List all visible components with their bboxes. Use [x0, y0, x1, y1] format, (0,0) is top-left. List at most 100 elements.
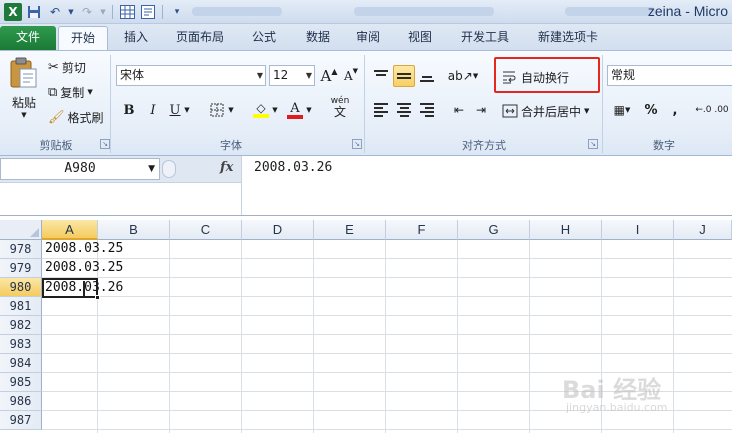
column-header-c[interactable]: C [170, 220, 242, 240]
font-color-button[interactable]: A [284, 99, 306, 121]
align-center-button[interactable] [393, 99, 415, 121]
tab-new-tab[interactable]: 新建选项卡 [528, 26, 608, 50]
tab-insert[interactable]: 插入 [112, 26, 160, 50]
italic-button[interactable]: I [142, 99, 164, 121]
align-top-button[interactable] [370, 65, 392, 87]
format-painter-button[interactable]: 🖌 格式刷 [48, 107, 104, 127]
row-header[interactable]: 987 [0, 411, 42, 430]
dropdown-arrow-icon[interactable]: ▼ [270, 99, 280, 121]
dialog-launcher-icon[interactable]: ↘ [100, 139, 110, 149]
fill-color-button[interactable]: ◇ [250, 99, 272, 121]
select-all-button[interactable] [0, 220, 42, 240]
column-header-b[interactable]: B [98, 220, 170, 240]
redo-icon[interactable]: ↷ [78, 3, 96, 21]
font-size-select[interactable]: 12 ▼ [269, 65, 315, 86]
tab-review[interactable]: 审阅 [346, 26, 390, 50]
gridline [42, 296, 732, 297]
row-header[interactable]: 986 [0, 392, 42, 411]
decrease-indent-button[interactable]: ⇤ [448, 99, 470, 121]
ribbon: 粘贴 ▼ ✂ 剪切 ⧉ 复制 ▼ 🖌 格式刷 剪贴板 ↘ 宋体 ▼ 12 ▼ A… [0, 50, 732, 156]
gridline [42, 353, 732, 354]
tab-home[interactable]: 开始 [58, 26, 108, 50]
comma-button[interactable]: , [664, 99, 686, 121]
save-icon[interactable] [25, 3, 43, 21]
merge-center-button[interactable]: 合并后居中 ▼ [502, 101, 589, 121]
gridline [42, 277, 732, 278]
column-header-h[interactable]: H [530, 220, 602, 240]
gridline [42, 334, 732, 335]
dropdown-arrow-icon[interactable]: ▼ [226, 99, 236, 121]
form-icon[interactable] [139, 3, 157, 21]
cell-a978[interactable]: 2008.03.25 [43, 239, 123, 258]
number-format-select[interactable]: 常规 [607, 65, 732, 86]
ribbon-tabs: 文件 开始 插入 页面布局 公式 数据 审阅 视图 开发工具 新建选项卡 [0, 24, 732, 50]
fill-handle[interactable] [95, 295, 100, 300]
tab-formulas[interactable]: 公式 [242, 26, 286, 50]
column-header-f[interactable]: F [386, 220, 458, 240]
customize-toolbar-icon[interactable]: ▾ [168, 3, 186, 21]
phonetic-guide-button[interactable]: wén 文 [326, 97, 354, 119]
row-header[interactable]: 981 [0, 297, 42, 316]
currency-icon: ▦ [613, 103, 625, 117]
separator [112, 5, 113, 19]
name-box[interactable]: A980 ▼ [0, 158, 160, 180]
font-size-value: 12 [273, 68, 289, 82]
decrease-font-size-button[interactable]: A ▼ [340, 65, 362, 87]
gridline [241, 240, 242, 433]
tab-developer[interactable]: 开发工具 [452, 26, 518, 50]
tab-page-layout[interactable]: 页面布局 [168, 26, 232, 50]
dialog-launcher-icon[interactable]: ↘ [588, 139, 598, 149]
percent-button[interactable]: % [640, 99, 662, 121]
column-header-g[interactable]: G [458, 220, 530, 240]
dropdown-arrow-icon[interactable]: ▼ [99, 3, 107, 21]
align-left-button[interactable] [370, 99, 392, 121]
increase-indent-button[interactable]: ⇥ [470, 99, 492, 121]
row-header[interactable]: 978 [0, 240, 42, 259]
table-icon[interactable] [118, 3, 136, 21]
column-header-i[interactable]: I [602, 220, 674, 240]
active-cell-selection[interactable] [42, 278, 98, 298]
dropdown-arrow-icon: ▼ [87, 88, 93, 96]
column-header-d[interactable]: D [242, 220, 314, 240]
merge-center-icon [502, 104, 518, 118]
increase-font-size-button[interactable]: A ▲ [318, 65, 340, 87]
font-name-value: 宋体 [120, 68, 145, 82]
row-header[interactable]: 983 [0, 335, 42, 354]
increase-decimal-button[interactable]: ←.0 .00 [694, 99, 730, 121]
font-name-select[interactable]: 宋体 ▼ [116, 65, 266, 86]
align-left-icon [374, 103, 388, 117]
dialog-launcher-icon[interactable]: ↘ [352, 139, 362, 149]
align-middle-button[interactable] [393, 65, 415, 87]
align-right-button[interactable] [416, 99, 438, 121]
align-bottom-button[interactable] [416, 65, 438, 87]
highlight-annotation [494, 57, 600, 93]
row-header[interactable]: 982 [0, 316, 42, 335]
name-box-resize-handle[interactable] [162, 160, 176, 178]
column-header-a[interactable]: A [42, 220, 98, 240]
insert-function-button[interactable]: fx [220, 160, 233, 175]
tab-file[interactable]: 文件 [0, 26, 56, 50]
tab-view[interactable]: 视图 [398, 26, 442, 50]
formula-input[interactable]: 2008.03.26 [241, 156, 732, 215]
font-color-swatch [287, 114, 303, 119]
cut-button[interactable]: ✂ 剪切 [48, 57, 86, 77]
paste-button[interactable]: 粘贴 ▼ [6, 57, 42, 119]
row-header[interactable]: 985 [0, 373, 42, 392]
tab-data[interactable]: 数据 [296, 26, 340, 50]
cell-a979[interactable]: 2008.03.25 [43, 258, 123, 277]
column-header-j[interactable]: J [674, 220, 732, 240]
row-header[interactable]: 979 [0, 259, 42, 278]
undo-icon[interactable]: ↶ [46, 3, 64, 21]
column-header-e[interactable]: E [314, 220, 386, 240]
orientation-button[interactable]: ab↗ ▼ [448, 65, 478, 87]
dropdown-arrow-icon[interactable]: ▼ [67, 3, 75, 21]
borders-button[interactable] [206, 99, 228, 121]
excel-icon[interactable]: X [4, 3, 22, 21]
copy-button[interactable]: ⧉ 复制 ▼ [48, 82, 93, 102]
bold-button[interactable]: B [118, 99, 140, 121]
row-header-active[interactable]: 980 [0, 278, 42, 297]
row-header[interactable]: 984 [0, 354, 42, 373]
accounting-format-button[interactable]: ▦ ▼ [608, 99, 636, 121]
dropdown-arrow-icon[interactable]: ▼ [182, 99, 192, 121]
dropdown-arrow-icon[interactable]: ▼ [304, 99, 314, 121]
